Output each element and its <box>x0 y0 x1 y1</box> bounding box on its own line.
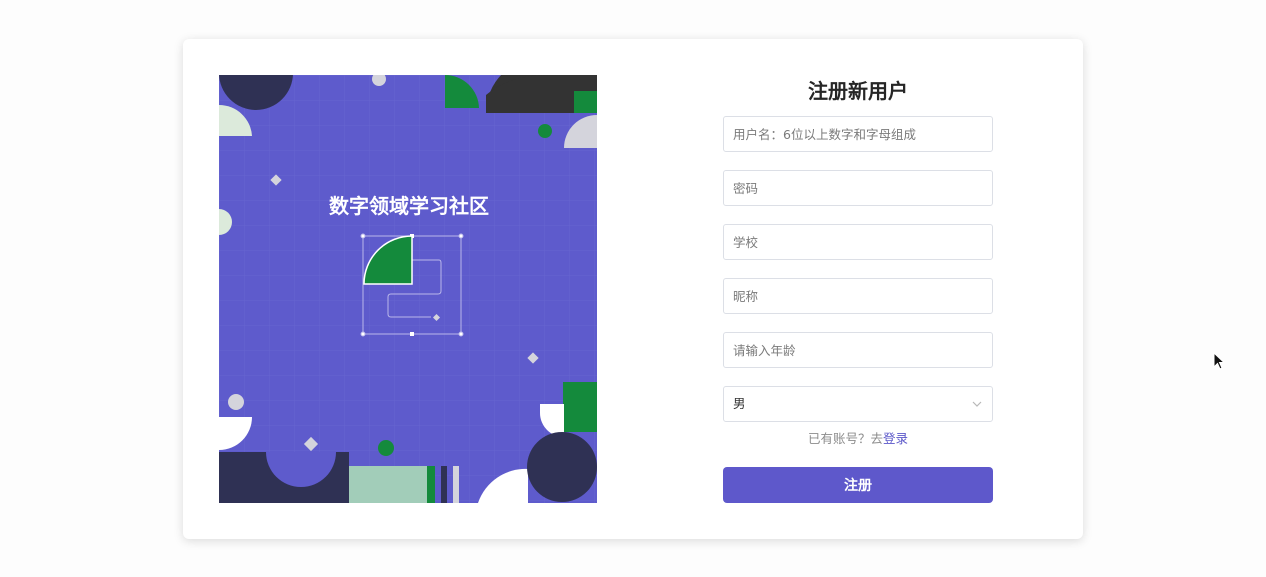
nickname-input[interactable] <box>723 278 993 314</box>
username-input[interactable] <box>723 116 993 152</box>
age-input[interactable] <box>723 332 993 368</box>
gender-select[interactable]: 男 <box>723 386 993 422</box>
school-input[interactable] <box>723 224 993 260</box>
illustration-panel: 数字领域学习社区 <box>219 75 597 503</box>
login-prompt-text: 已有账号？去 <box>807 431 883 446</box>
login-link[interactable]: 登录 <box>883 431 908 446</box>
mouse-cursor-icon <box>1213 352 1225 370</box>
illustration-caption: 数字领域学习社区 <box>329 194 489 218</box>
register-button[interactable]: 注册 <box>723 467 993 503</box>
password-input[interactable] <box>723 170 993 206</box>
page-title: 注册新用户 <box>808 79 908 103</box>
gender-selected-value: 男 <box>733 396 746 411</box>
login-prompt: 已有账号？去登录 <box>723 430 993 448</box>
chevron-down-icon <box>972 401 982 407</box>
